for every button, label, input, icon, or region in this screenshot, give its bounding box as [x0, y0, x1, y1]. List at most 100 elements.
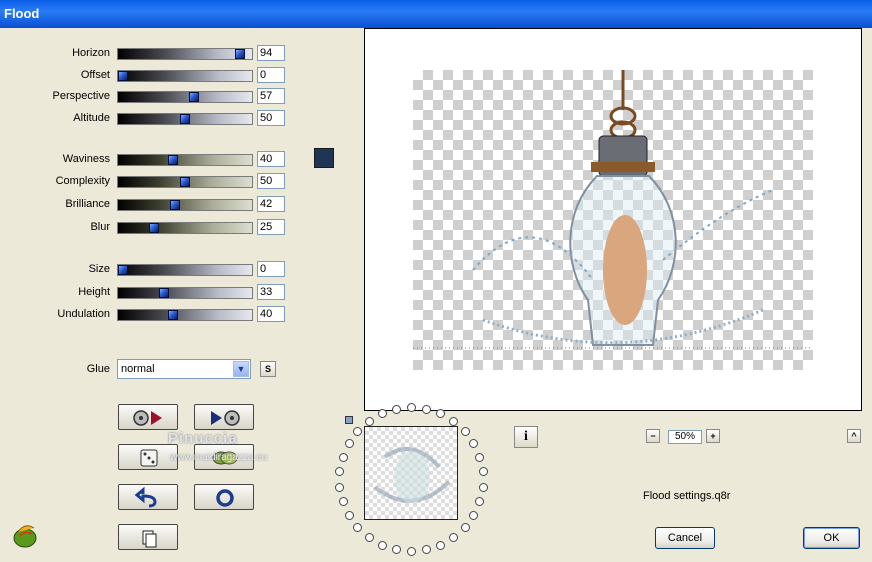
window-title: Flood	[4, 6, 40, 21]
zoom-level: 50%	[668, 430, 702, 444]
preset-dot[interactable]	[364, 533, 374, 543]
slider-track[interactable]	[117, 154, 253, 166]
navigator-handle[interactable]	[345, 416, 353, 424]
slider-value-input[interactable]: 40	[257, 306, 285, 322]
preset-dot[interactable]	[460, 523, 470, 533]
flood-color-swatch[interactable]	[314, 148, 334, 168]
slider-thumb[interactable]	[180, 114, 190, 124]
slider-thumb[interactable]	[149, 223, 159, 233]
preset-dot[interactable]	[449, 533, 459, 543]
slider-label: Undulation	[57, 308, 110, 320]
app-logo-icon	[13, 525, 37, 548]
random-button[interactable]	[118, 444, 178, 470]
preset-dot[interactable]	[392, 404, 402, 414]
preset-dot[interactable]	[338, 452, 348, 462]
reset-button[interactable]	[194, 484, 254, 510]
preset-dot[interactable]	[469, 439, 479, 448]
slider-track[interactable]	[117, 287, 253, 299]
preset-dot[interactable]	[475, 497, 485, 507]
preview-panel[interactable]	[364, 28, 862, 411]
preset-dot[interactable]	[436, 409, 446, 419]
slider-track[interactable]	[117, 309, 253, 321]
slider-thumb[interactable]	[118, 71, 128, 81]
preset-dot[interactable]	[364, 416, 374, 426]
slider-value-input[interactable]: 25	[257, 219, 285, 235]
glue-s-button[interactable]: S	[260, 361, 276, 377]
slider-thumb[interactable]	[188, 92, 199, 102]
preset-dot[interactable]	[338, 497, 348, 507]
next-preset-button[interactable]	[194, 404, 254, 430]
glue-select[interactable]: normal ▼	[117, 359, 251, 379]
copy-button[interactable]	[118, 524, 178, 550]
slider-value-input[interactable]: 94	[257, 45, 285, 61]
slider-label: Horizon	[72, 47, 110, 59]
info-button[interactable]: i	[514, 426, 538, 448]
forward-icon	[211, 410, 240, 426]
preset-dot[interactable]	[460, 426, 470, 436]
slider-value-input[interactable]: 57	[257, 88, 285, 104]
preset-dot[interactable]	[344, 439, 354, 448]
ok-button[interactable]: OK	[803, 527, 860, 549]
thumbnail-splash	[373, 447, 451, 503]
slider-track[interactable]	[117, 48, 253, 60]
slider-value-input[interactable]: 40	[257, 151, 285, 167]
preset-dot[interactable]	[436, 540, 446, 550]
expand-button[interactable]: ^	[847, 429, 861, 443]
slider-label: Perspective	[52, 90, 110, 102]
slider-value-input[interactable]: 42	[257, 196, 285, 212]
slider-thumb[interactable]	[170, 200, 181, 210]
slider-label: Offset	[80, 69, 110, 81]
rewind-icon	[133, 410, 162, 426]
preset-dot[interactable]	[478, 467, 488, 477]
preview-canvas[interactable]	[413, 70, 813, 370]
preset-dot[interactable]	[421, 404, 431, 414]
slider-track[interactable]	[117, 199, 253, 211]
slider-value-input[interactable]: 50	[257, 173, 285, 189]
cancel-button[interactable]: Cancel	[655, 527, 715, 549]
slider-track[interactable]	[117, 222, 253, 234]
copy-icon	[142, 530, 157, 548]
slider-value-input[interactable]: 0	[257, 67, 285, 83]
slider-thumb[interactable]	[118, 265, 128, 275]
slider-thumb[interactable]	[180, 177, 190, 187]
preset-dot[interactable]	[469, 511, 479, 520]
previous-preset-button[interactable]	[118, 404, 178, 430]
slider-value-input[interactable]: 50	[257, 110, 285, 126]
preset-dot[interactable]	[344, 511, 354, 520]
undo-icon	[134, 486, 157, 508]
zoom-out-button[interactable]: −	[646, 429, 660, 443]
preset-dot[interactable]	[407, 547, 416, 556]
slider-track[interactable]	[117, 264, 253, 276]
preset-dot[interactable]	[335, 467, 345, 477]
preset-dot[interactable]	[478, 482, 488, 492]
slider-thumb[interactable]	[158, 288, 169, 298]
preset-dot[interactable]	[407, 403, 416, 412]
slider-track[interactable]	[117, 113, 253, 125]
glue-label: Glue	[86, 363, 110, 375]
title-bar: Flood	[0, 0, 872, 28]
slider-label: Altitude	[73, 112, 110, 124]
undo-button[interactable]	[118, 484, 178, 510]
preset-dot[interactable]	[335, 482, 345, 492]
slider-track[interactable]	[117, 70, 253, 82]
navigator-thumbnail[interactable]	[364, 426, 458, 520]
slider-value-input[interactable]: 33	[257, 284, 285, 300]
slider-track[interactable]	[117, 91, 253, 103]
slider-thumb[interactable]	[167, 310, 178, 320]
preset-dot[interactable]	[475, 452, 485, 462]
slider-value-input[interactable]: 0	[257, 261, 285, 277]
slider-label: Height	[78, 286, 110, 298]
preset-dot[interactable]	[449, 416, 459, 426]
slider-thumb[interactable]	[167, 155, 178, 165]
preset-dot[interactable]	[353, 523, 363, 533]
watermark-url: www.maidiragazza.eu	[170, 452, 268, 463]
slider-track[interactable]	[117, 176, 253, 188]
preset-dot[interactable]	[392, 545, 402, 555]
preset-dot[interactable]	[421, 545, 431, 555]
chevron-down-icon[interactable]: ▼	[233, 361, 249, 377]
slider-thumb[interactable]	[234, 49, 245, 59]
preset-dot[interactable]	[377, 409, 387, 419]
zoom-in-button[interactable]: +	[706, 429, 720, 443]
preset-dot[interactable]	[353, 426, 363, 436]
preset-dot[interactable]	[377, 540, 387, 550]
